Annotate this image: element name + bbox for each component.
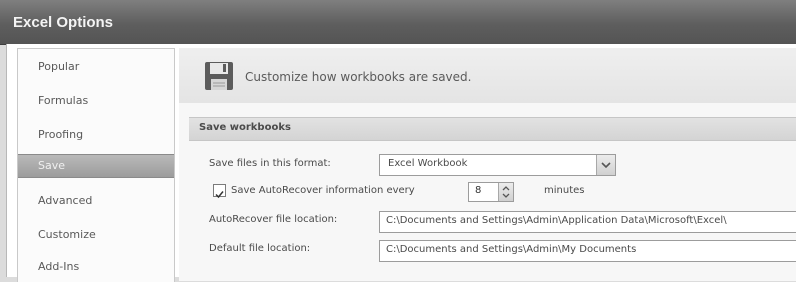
sidebar-item-label: Formulas — [38, 94, 89, 107]
sidebar-item-customize[interactable]: Customize — [18, 223, 174, 247]
autorecover-minutes-value: 8 — [475, 185, 482, 196]
default-location-field[interactable]: C:\Documents and Settings\Admin\My Docum… — [379, 240, 796, 262]
sidebar-item-add-ins[interactable]: Add-Ins — [18, 255, 174, 279]
checkmark-icon — [215, 191, 224, 199]
autorecover-label: Save AutoRecover information every — [231, 185, 415, 196]
sidebar-item-save[interactable]: Save — [18, 154, 174, 178]
section-title: Save workbooks — [199, 122, 291, 133]
autorecover-checkbox[interactable] — [213, 184, 226, 199]
spin-arrows-icon[interactable] — [498, 183, 513, 201]
save-format-label: Save files in this format: — [209, 158, 331, 169]
autorecover-minutes-stepper[interactable]: 8 — [468, 182, 514, 202]
sidebar-item-label: Save — [38, 159, 66, 172]
sidebar-item-label: Add-Ins — [38, 260, 80, 273]
title-bar: Excel Options — [0, 0, 796, 45]
content-pane: Customize how workbooks are saved. Save … — [179, 48, 796, 281]
content-header: Customize how workbooks are saved. — [179, 48, 796, 103]
sidebar-item-label: Proofing — [38, 128, 84, 141]
sidebar-item-label: Advanced — [38, 194, 93, 207]
page-title: Customize how workbooks are saved. — [245, 70, 472, 84]
sidebar-item-formulas[interactable]: Formulas — [18, 89, 174, 113]
save-format-dropdown[interactable]: Excel Workbook — [379, 154, 616, 176]
section-header-save-workbooks: Save workbooks — [189, 117, 796, 141]
chevron-down-icon[interactable] — [596, 155, 615, 175]
sidebar-item-advanced[interactable]: Advanced — [18, 189, 174, 213]
default-location-label: Default file location: — [209, 243, 311, 254]
autorecover-location-value: C:\Documents and Settings\Admin\Applicat… — [386, 215, 727, 226]
window-title: Excel Options — [13, 14, 114, 31]
default-location-value: C:\Documents and Settings\Admin\My Docum… — [386, 244, 637, 255]
sidebar: Popular Formulas Proofing Save Advanced … — [17, 48, 175, 282]
minutes-label: minutes — [544, 185, 585, 196]
autorecover-location-label: AutoRecover file location: — [209, 214, 338, 225]
sidebar-item-popular[interactable]: Popular — [18, 55, 174, 79]
sidebar-item-proofing[interactable]: Proofing — [18, 123, 174, 147]
options-window: Popular Formulas Proofing Save Advanced … — [6, 44, 796, 282]
save-format-value: Excel Workbook — [388, 158, 468, 169]
sidebar-item-label: Customize — [38, 228, 96, 241]
sidebar-item-label: Popular — [38, 60, 80, 73]
autorecover-location-field[interactable]: C:\Documents and Settings\Admin\Applicat… — [379, 211, 796, 233]
floppy-disk-icon — [205, 62, 233, 90]
